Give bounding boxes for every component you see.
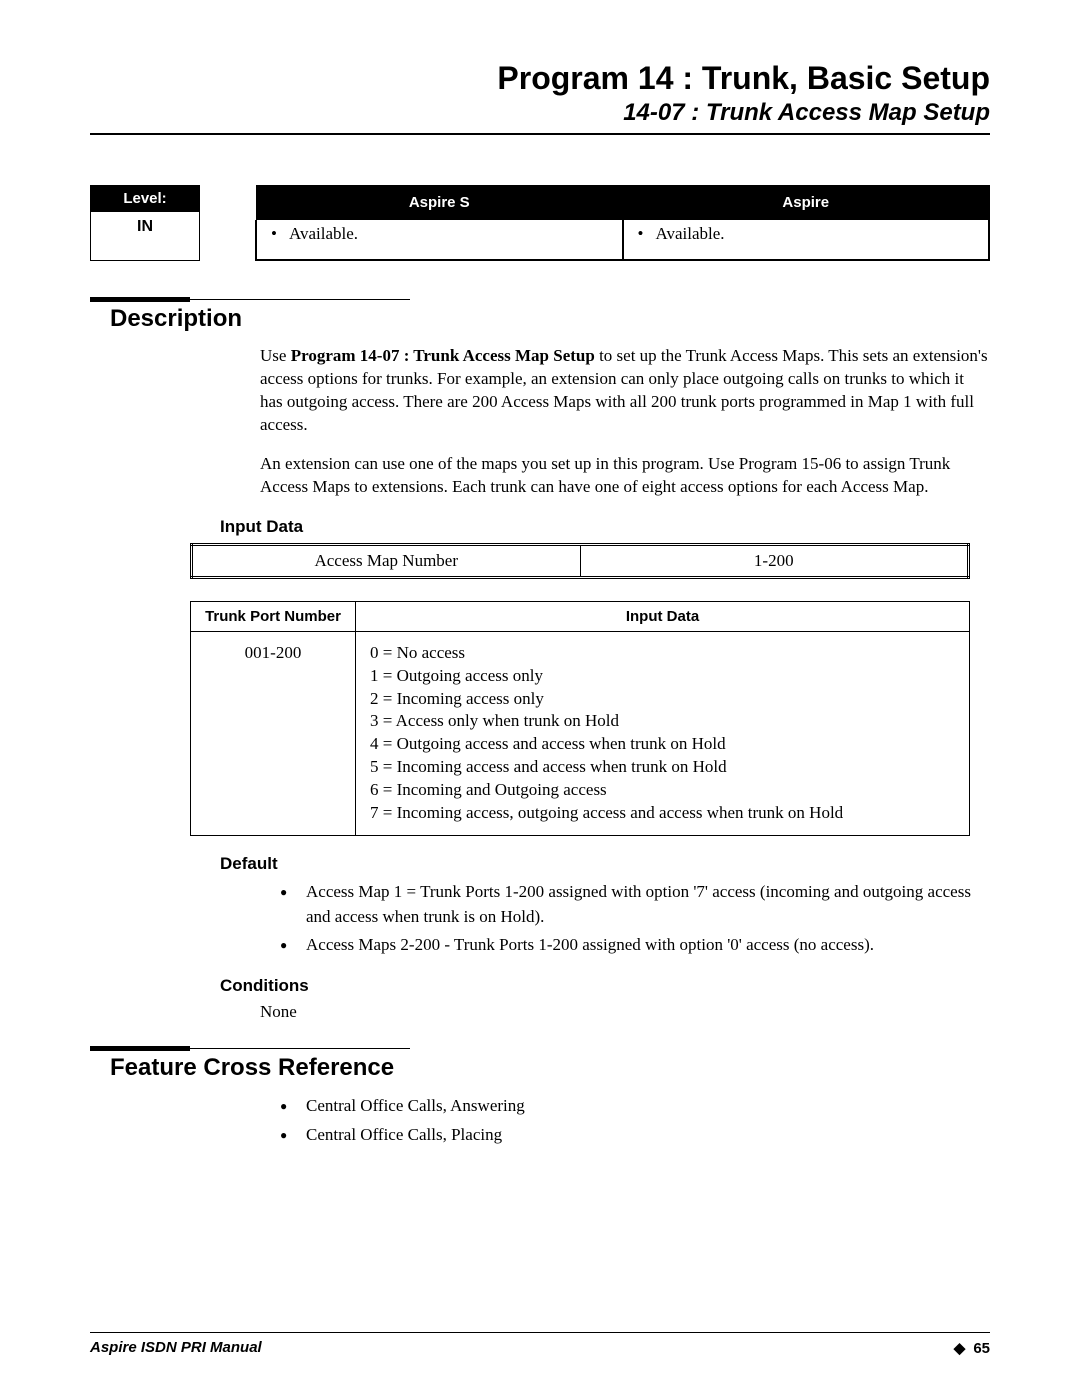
aspire-table: Aspire S Aspire Available. Available. (255, 185, 990, 261)
section-bar-icon (90, 1046, 190, 1051)
input-data-table-2: Trunk Port Number Input Data 001-200 0 =… (190, 601, 970, 837)
desc-pre: Use (260, 346, 291, 365)
aspire-text: Available. (655, 224, 724, 243)
diamond-icon: ◆ (954, 1340, 966, 1357)
page-footer: Aspire ISDN PRI Manual ◆ 65 (90, 1332, 990, 1357)
conditions-heading: Conditions (220, 976, 990, 996)
aspire-value: Available. (623, 220, 990, 260)
section-line-icon (190, 299, 410, 300)
page-header: Program 14 : Trunk, Basic Setup 14-07 : … (90, 60, 990, 127)
input-data-heading: Input Data (220, 517, 990, 537)
header-rule (90, 133, 990, 135)
section-line-icon (190, 1048, 410, 1049)
conditions-text: None (260, 1002, 990, 1022)
bullet-icon (271, 224, 289, 243)
feature-list: Central Office Calls, Answering Central … (280, 1094, 990, 1147)
feature-heading: Feature Cross Reference (110, 1050, 990, 1082)
desc-bold: Program 14-07 : Trunk Access Map Setup (291, 346, 595, 365)
default-heading: Default (220, 854, 990, 874)
list-item: Central Office Calls, Answering (280, 1094, 990, 1119)
level-value: IN (91, 212, 200, 261)
aspire-header: Aspire (623, 185, 990, 220)
page-title: Program 14 : Trunk, Basic Setup (90, 60, 990, 97)
footer-page-number: 65 (973, 1340, 990, 1357)
description-p1: Use Program 14-07 : Trunk Access Map Set… (260, 345, 990, 437)
section-bar-icon (90, 297, 190, 302)
page-subtitle: 14-07 : Trunk Access Map Setup (90, 99, 990, 127)
footer-row: Aspire ISDN PRI Manual ◆ 65 (90, 1339, 990, 1357)
t1-c1: Access Map Number (192, 544, 581, 577)
t2-r1c2: 0 = No access 1 = Outgoing access only 2… (356, 631, 970, 836)
aspire-s-text: Available. (289, 224, 358, 243)
level-table: Level: IN (90, 185, 200, 261)
level-label: Level: (91, 186, 200, 212)
list-item: Access Maps 2-200 - Trunk Ports 1-200 as… (280, 933, 990, 958)
info-row: Level: IN Aspire S Aspire Available. Ava… (90, 185, 990, 261)
page: Program 14 : Trunk, Basic Setup 14-07 : … (0, 0, 1080, 1397)
footer-page: ◆ 65 (954, 1339, 990, 1357)
list-item: Central Office Calls, Placing (280, 1123, 990, 1148)
t1-c2: 1-200 (580, 544, 969, 577)
footer-manual-name: Aspire ISDN PRI Manual (90, 1339, 262, 1357)
t2-h1: Trunk Port Number (191, 601, 356, 631)
bullet-icon (638, 224, 656, 243)
list-item: Access Map 1 = Trunk Ports 1-200 assigne… (280, 880, 990, 929)
aspire-s-header: Aspire S (256, 185, 623, 220)
description-heading-wrap: Description (110, 301, 990, 333)
default-list: Access Map 1 = Trunk Ports 1-200 assigne… (280, 880, 990, 958)
footer-rule (90, 1332, 990, 1333)
input-data-table-1: Access Map Number 1-200 (190, 543, 970, 579)
description-p2: An extension can use one of the maps you… (260, 453, 990, 499)
t2-h2: Input Data (356, 601, 970, 631)
description-heading: Description (110, 301, 990, 333)
t2-r1c1: 001-200 (191, 631, 356, 836)
aspire-s-value: Available. (256, 220, 623, 260)
feature-heading-wrap: Feature Cross Reference (110, 1050, 990, 1082)
